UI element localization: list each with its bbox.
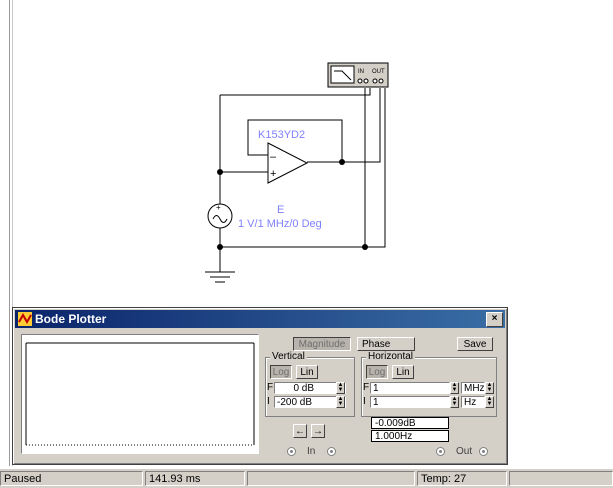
horizontal-label: Horizontal (366, 351, 416, 362)
readout-frequency: 1.000Hz (371, 430, 449, 442)
source-name: E (277, 204, 284, 216)
horizontal-initial-field[interactable]: 1 (370, 396, 450, 408)
phase-button[interactable]: Phase (357, 337, 415, 351)
horizontal-final-field[interactable]: 1 (370, 382, 450, 394)
circuit-schematic[interactable]: – + K153YD2 + E 1 V/1 MHz/0 Deg IN OUT (0, 0, 613, 300)
wires (205, 88, 386, 283)
vertical-initial-spinner[interactable]: ▲ ▼ (336, 396, 345, 408)
opamp-symbol[interactable]: – + (267, 142, 309, 184)
horizontal-i-label: I (363, 396, 366, 407)
bode-titlebar[interactable]: Bode Plotter × (15, 310, 505, 328)
status-extra-pane (509, 471, 613, 486)
horizontal-final-unit[interactable]: MHz (461, 382, 485, 394)
svg-text:+: + (216, 203, 221, 212)
horizontal-group: Horizontal Log Lin F 1 ▲ ▼ MHz ▲ ▼ I 1 ▲ ▼ … (361, 351, 497, 417)
bode-plotter-instrument[interactable]: IN OUT (327, 62, 389, 88)
vertical-f-label: F (267, 382, 274, 393)
bode-plotter-icon (18, 312, 32, 326)
out-minus-terminal[interactable] (436, 447, 445, 456)
close-button[interactable]: × (486, 312, 503, 327)
in-label: In (307, 446, 316, 457)
out-plus-terminal[interactable] (479, 447, 488, 456)
horizontal-lin-button[interactable]: Lin (392, 365, 414, 379)
horizontal-final-spinner[interactable]: ▲ ▼ (450, 382, 459, 394)
opamp-label: K153YD2 (258, 129, 305, 141)
horizontal-initial-unit-spinner[interactable]: ▲ ▼ (485, 396, 494, 408)
in-plus-terminal[interactable] (327, 447, 336, 456)
magnitude-button[interactable]: Magnitude (293, 337, 351, 351)
status-empty-pane (247, 471, 415, 486)
vertical-i-label: I (267, 396, 270, 407)
status-temp: Temp: 27 (417, 471, 507, 486)
horizontal-f-label: F (363, 382, 370, 393)
vertical-final-spinner[interactable]: ▲ ▼ (336, 382, 345, 394)
status-time: 141.93 ms (145, 471, 245, 486)
bode-title: Bode Plotter (35, 312, 107, 326)
cursor-right-button[interactable]: → (311, 424, 325, 438)
horizontal-initial-spinner[interactable]: ▲ ▼ (450, 396, 459, 408)
horizontal-final-unit-spinner[interactable]: ▲ ▼ (485, 382, 494, 394)
vertical-log-button[interactable]: Log (270, 365, 292, 379)
save-button[interactable]: Save (457, 337, 493, 351)
out-label: Out (456, 446, 473, 457)
bode-controls: Magnitude Phase Save Vertical Log Lin F … (261, 333, 501, 457)
opamp-plus-sign: + (270, 168, 276, 180)
instrument-in-label: IN (358, 69, 364, 75)
vertical-lin-button[interactable]: Lin (296, 365, 318, 379)
horizontal-initial-unit[interactable]: Hz (461, 396, 485, 408)
bode-plot-area[interactable] (21, 334, 259, 454)
opamp-minus-sign: – (270, 151, 277, 163)
status-bar: Paused 141.93 ms Temp: 27 (0, 468, 613, 488)
cursor-left-button[interactable]: ← (293, 424, 307, 438)
vertical-group: Vertical Log Lin F 0 dB ▲ ▼ I -200 dB ▲ ▼ (265, 351, 355, 417)
readout-magnitude: -0.009dB (371, 417, 449, 429)
ac-source-symbol[interactable]: + (207, 203, 233, 229)
vertical-label: Vertical (270, 351, 307, 362)
plot-trace (25, 342, 255, 446)
bode-plotter-window[interactable]: Bode Plotter × Magnitude Phase Save Vert… (12, 307, 508, 465)
horizontal-log-button[interactable]: Log (366, 365, 388, 379)
in-minus-terminal[interactable] (287, 447, 296, 456)
source-value: 1 V/1 MHz/0 Deg (238, 218, 322, 230)
instrument-out-label: OUT (372, 69, 385, 75)
status-state: Paused (0, 471, 143, 486)
junction-dots (217, 159, 368, 250)
